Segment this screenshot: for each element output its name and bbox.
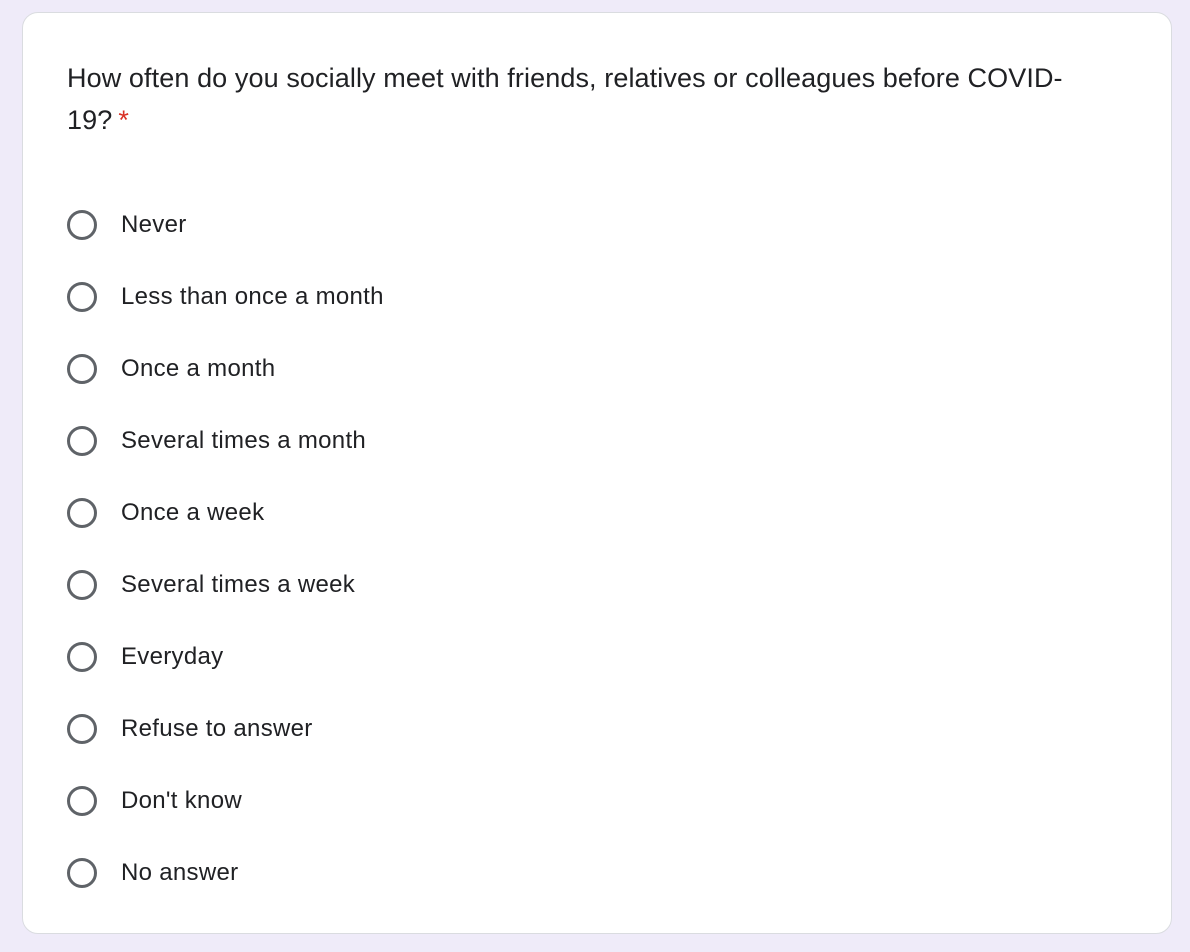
option-several-times-a-month[interactable]: Several times a month	[67, 405, 384, 477]
radio-button[interactable]	[67, 786, 97, 816]
option-label: No answer	[121, 859, 239, 886]
question-card: How often do you socially meet with frie…	[22, 12, 1172, 934]
option-refuse-to-answer[interactable]: Refuse to answer	[67, 693, 384, 765]
option-label: Everyday	[121, 643, 224, 670]
radio-group: Never Less than once a month Once a mont…	[67, 189, 384, 909]
radio-button[interactable]	[67, 642, 97, 672]
question-text: How often do you socially meet with frie…	[67, 63, 1063, 135]
radio-button[interactable]	[67, 498, 97, 528]
option-never[interactable]: Never	[67, 189, 384, 261]
option-label: Don't know	[121, 787, 242, 814]
option-less-than-once-a-month[interactable]: Less than once a month	[67, 261, 384, 333]
option-label: Several times a week	[121, 571, 356, 598]
radio-button[interactable]	[67, 858, 97, 888]
option-once-a-month[interactable]: Once a month	[67, 333, 384, 405]
option-label: Once a week	[121, 499, 265, 526]
radio-button[interactable]	[67, 426, 97, 456]
option-everyday[interactable]: Everyday	[67, 621, 384, 693]
radio-button[interactable]	[67, 714, 97, 744]
option-once-a-week[interactable]: Once a week	[67, 477, 384, 549]
option-label: Once a month	[121, 355, 276, 382]
option-label: Refuse to answer	[121, 715, 313, 742]
option-no-answer[interactable]: No answer	[67, 837, 384, 909]
radio-button[interactable]	[67, 282, 97, 312]
option-label: Several times a month	[121, 427, 367, 454]
required-asterisk: *	[118, 105, 129, 135]
option-label: Less than once a month	[121, 283, 384, 310]
option-label: Never	[121, 211, 187, 238]
option-dont-know[interactable]: Don't know	[67, 765, 384, 837]
radio-button[interactable]	[67, 210, 97, 240]
radio-button[interactable]	[67, 354, 97, 384]
option-several-times-a-week[interactable]: Several times a week	[67, 549, 384, 621]
question-title: How often do you socially meet with frie…	[67, 57, 1107, 141]
radio-button[interactable]	[67, 570, 97, 600]
